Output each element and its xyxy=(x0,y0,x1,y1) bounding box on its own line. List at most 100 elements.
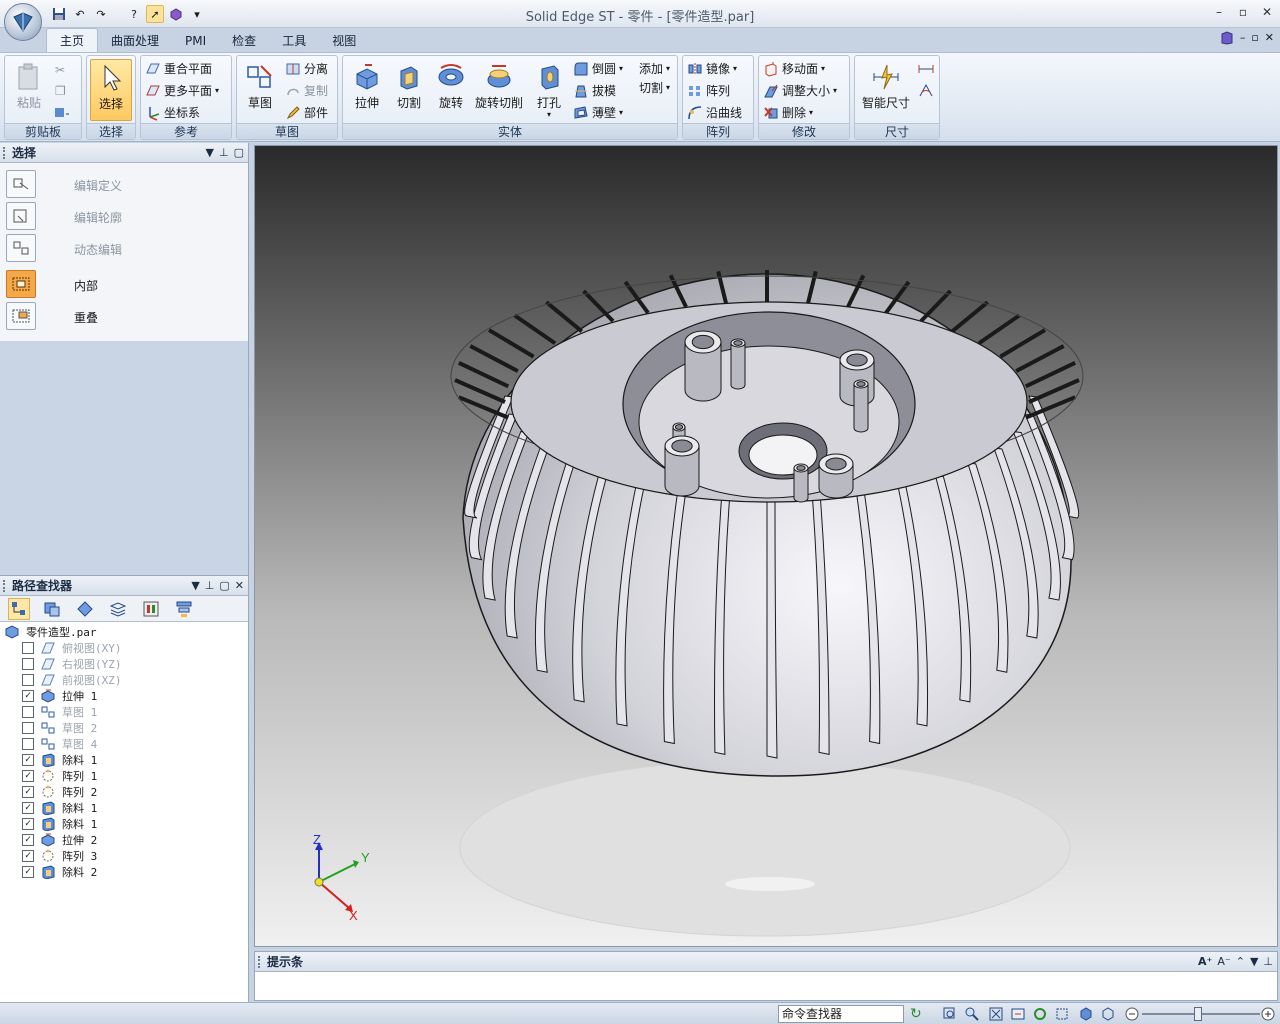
hole-button[interactable]: 打孔 ▾ xyxy=(529,59,569,121)
features-view-icon[interactable] xyxy=(41,598,63,620)
round-button[interactable]: 倒圆 ▾ xyxy=(573,59,623,79)
along-curve-button[interactable]: 沿曲线 xyxy=(687,103,742,123)
panel-menu-icon[interactable]: ▼ xyxy=(206,143,214,163)
stack-view-icon[interactable] xyxy=(173,598,195,620)
filter-view-icon[interactable] xyxy=(140,598,162,620)
part-button[interactable]: 部件 xyxy=(285,103,328,123)
select-item-inside[interactable] xyxy=(6,269,36,299)
angle-dimension-icon[interactable] xyxy=(917,80,935,100)
visibility-checkbox[interactable] xyxy=(22,674,34,686)
zoom-area-icon[interactable] xyxy=(942,1006,958,1022)
sketch-button[interactable]: 草图 xyxy=(240,59,280,121)
tab-inspect[interactable]: 检查 xyxy=(219,30,269,52)
tab-tools[interactable]: 工具 xyxy=(269,30,319,52)
move-face-button[interactable]: 移动面 ▾ xyxy=(763,59,825,79)
panel-close-icon[interactable]: ✕ xyxy=(235,576,244,596)
select-button[interactable]: 选择 xyxy=(90,59,132,121)
visibility-checkbox[interactable]: ✓ xyxy=(22,690,34,702)
draft-button[interactable]: 拔模 xyxy=(573,81,616,101)
select-item-edit-definition[interactable] xyxy=(6,169,36,199)
copy-button[interactable]: 复制 xyxy=(285,81,328,101)
revolve-cut-button[interactable]: 旋转切削 xyxy=(473,59,525,121)
tree-item[interactable]: ✓ 阵列 3 xyxy=(22,848,97,864)
pin-icon[interactable]: ⊥ xyxy=(1263,952,1273,972)
coincident-plane-button[interactable]: 重合平面 xyxy=(145,59,212,79)
tree-item[interactable]: 俯视图(XY) xyxy=(22,640,122,656)
tree-item[interactable]: ✓ 拉伸 2 xyxy=(22,832,97,848)
panel-maximize-icon[interactable]: ▢ xyxy=(234,143,244,163)
doc-close-button[interactable]: ✕ xyxy=(1265,31,1274,48)
panel-menu-icon[interactable]: ▼ xyxy=(1250,952,1258,972)
split-button[interactable]: 分离 xyxy=(285,59,328,79)
tree-item[interactable]: 右视图(YZ) xyxy=(22,656,122,672)
relations-view-icon[interactable] xyxy=(74,598,96,620)
maximize-button[interactable]: ▫ xyxy=(1234,5,1252,21)
view-orientation-icon[interactable] xyxy=(1078,1006,1094,1022)
panel-maximize-icon[interactable]: ▢ xyxy=(219,576,229,596)
refresh-icon[interactable]: ↻ xyxy=(910,1006,926,1022)
copy-clip-icon[interactable]: ❐ xyxy=(55,81,66,101)
extrude-button[interactable]: 拉伸 xyxy=(347,59,387,121)
thin-wall-button[interactable]: 薄壁 ▾ xyxy=(573,103,623,123)
minimize-button[interactable]: – xyxy=(1210,5,1228,21)
select-item-overlap[interactable] xyxy=(6,301,36,331)
visibility-checkbox[interactable]: ✓ xyxy=(22,754,34,766)
select-item-edit-profile[interactable] xyxy=(6,201,36,231)
smart-dimension-button[interactable]: 智能尺寸 xyxy=(858,59,914,121)
visibility-checkbox[interactable]: ✓ xyxy=(22,802,34,814)
tree-item[interactable]: ✓ 拉伸 1 xyxy=(22,688,97,704)
rotate-icon[interactable] xyxy=(1032,1006,1048,1022)
visibility-checkbox[interactable]: ✓ xyxy=(22,834,34,846)
tree-item[interactable]: 前视图(XZ) xyxy=(22,672,122,688)
resize-button[interactable]: 调整大小 ▾ xyxy=(763,81,837,101)
more-planes-button[interactable]: 更多平面 ▾ xyxy=(145,81,219,101)
grip-handle[interactable] xyxy=(258,956,261,968)
tab-view[interactable]: 视图 xyxy=(319,30,369,52)
tab-pmi[interactable]: PMI xyxy=(172,30,219,52)
view-style-icon[interactable] xyxy=(1100,1006,1116,1022)
visibility-checkbox[interactable]: ✓ xyxy=(22,818,34,830)
visibility-checkbox[interactable] xyxy=(22,706,34,718)
tree-item[interactable]: ✓ 除料 1 xyxy=(22,816,97,832)
revolve-button[interactable]: 旋转 xyxy=(431,59,471,121)
zoom-in-icon[interactable] xyxy=(1260,1006,1276,1022)
cut-clip-icon[interactable]: ✂ xyxy=(55,60,65,80)
coordinate-system-button[interactable]: 坐标系 xyxy=(145,103,200,123)
delete-button[interactable]: 删除 ▾ xyxy=(763,103,813,123)
pin-icon[interactable]: ⊥ xyxy=(219,143,229,163)
tree-item[interactable]: ✓ 除料 1 xyxy=(22,800,97,816)
visibility-checkbox[interactable]: ✓ xyxy=(22,786,34,798)
paste-button[interactable]: 粘贴 xyxy=(9,59,49,121)
fit-icon[interactable] xyxy=(988,1006,1004,1022)
application-button[interactable] xyxy=(4,3,42,41)
tree-view-icon[interactable] xyxy=(8,597,30,620)
select-item-dynamic-edit[interactable] xyxy=(6,233,36,263)
format-painter-icon[interactable] xyxy=(53,102,71,122)
visibility-checkbox[interactable] xyxy=(22,658,34,670)
cut-button[interactable]: 切割 xyxy=(389,59,429,121)
layers-view-icon[interactable] xyxy=(107,598,129,620)
cut-dropdown-button[interactable]: 切割 ▾ xyxy=(639,78,670,98)
tree-item[interactable]: ✓ 阵列 2 xyxy=(22,784,97,800)
visibility-checkbox[interactable]: ✓ xyxy=(22,866,34,878)
visibility-checkbox[interactable] xyxy=(22,642,34,654)
expand-up-icon[interactable]: ⌃ xyxy=(1236,952,1245,972)
pattern-button[interactable]: 阵列 xyxy=(687,81,730,101)
font-larger-icon[interactable]: A⁺ xyxy=(1198,952,1212,972)
visibility-checkbox[interactable]: ✓ xyxy=(22,850,34,862)
grip-handle[interactable] xyxy=(3,147,6,159)
visibility-checkbox[interactable] xyxy=(22,722,34,734)
zoom-slider-handle[interactable] xyxy=(1194,1007,1202,1021)
mirror-button[interactable]: 镜像 ▾ xyxy=(687,59,737,79)
tree-item[interactable]: 草图 2 xyxy=(22,720,97,736)
zoom-out-icon[interactable] xyxy=(1124,1006,1140,1022)
dimension-axis-icon[interactable] xyxy=(917,59,935,79)
command-finder-input[interactable]: 命令查找器 xyxy=(778,1005,904,1023)
grip-handle[interactable] xyxy=(3,580,6,592)
visibility-checkbox[interactable]: ✓ xyxy=(22,770,34,782)
close-button[interactable]: ✕ xyxy=(1258,5,1276,21)
doc-minimize-button[interactable]: – xyxy=(1240,31,1246,48)
panel-menu-icon[interactable]: ▼ xyxy=(191,576,199,596)
help-book-icon[interactable] xyxy=(1220,31,1234,48)
tree-item[interactable]: 草图 4 xyxy=(22,736,97,752)
